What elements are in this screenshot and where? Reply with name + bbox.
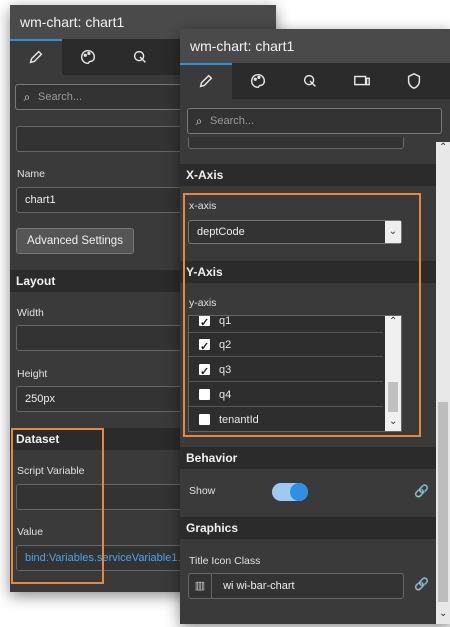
tab-styles[interactable] [62, 39, 114, 75]
show-label: Show [189, 485, 216, 497]
tab-events[interactable] [284, 63, 336, 99]
link-icon[interactable]: 🔗 [414, 484, 429, 498]
toggle-knob [290, 483, 308, 501]
link-icon[interactable]: 🔗 [414, 577, 429, 591]
palette-icon [250, 73, 266, 89]
title-icon-value: wi wi-bar-chart [223, 580, 295, 592]
height-label: Height [17, 368, 48, 380]
tab-security[interactable] [388, 63, 440, 99]
scroll-thumb[interactable] [438, 402, 448, 602]
pencil-icon [29, 50, 43, 64]
pencil-icon [199, 74, 213, 88]
search-input[interactable]: ⌕ Search... [187, 108, 442, 134]
xaxis-heading: X-Axis [180, 164, 436, 186]
tab-events[interactable] [114, 39, 166, 75]
panel-title: wm-chart: chart1 [180, 29, 450, 63]
dataset-highlight-box [11, 428, 104, 584]
search-placeholder: Search... [210, 115, 255, 127]
tab-styles[interactable] [232, 63, 284, 99]
axis-highlight-box [183, 193, 421, 437]
cursor-icon [303, 74, 316, 87]
title-icon-input[interactable]: ▥ wi wi-bar-chart [188, 573, 404, 599]
tab-device[interactable] [336, 63, 388, 99]
show-toggle[interactable] [272, 483, 308, 501]
tab-properties[interactable] [10, 39, 62, 75]
panel-scrollbar[interactable]: ⌃ ⌄ [436, 142, 450, 624]
behavior-heading: Behavior [180, 447, 436, 469]
device-icon [354, 75, 370, 86]
advanced-settings-button[interactable]: Advanced Settings [16, 228, 134, 254]
property-field-top[interactable] [188, 137, 404, 149]
name-label: Name [17, 168, 46, 180]
search-placeholder: Search... [38, 91, 83, 103]
tab-properties[interactable] [180, 63, 232, 99]
cursor-icon [133, 50, 146, 63]
graphics-heading: Graphics [180, 517, 436, 539]
chevron-down-icon[interactable]: ⌄ [439, 608, 447, 619]
search-icon: ⌕ [23, 89, 31, 104]
search-icon: ⌕ [195, 113, 203, 128]
chevron-up-icon[interactable]: ⌃ [439, 142, 447, 153]
bar-chart-icon: ▥ [189, 574, 212, 598]
property-tabs [180, 63, 450, 99]
width-label: Width [17, 307, 44, 319]
title-icon-label: Title Icon Class [189, 555, 261, 567]
shield-icon [407, 72, 421, 89]
palette-icon [80, 49, 96, 65]
